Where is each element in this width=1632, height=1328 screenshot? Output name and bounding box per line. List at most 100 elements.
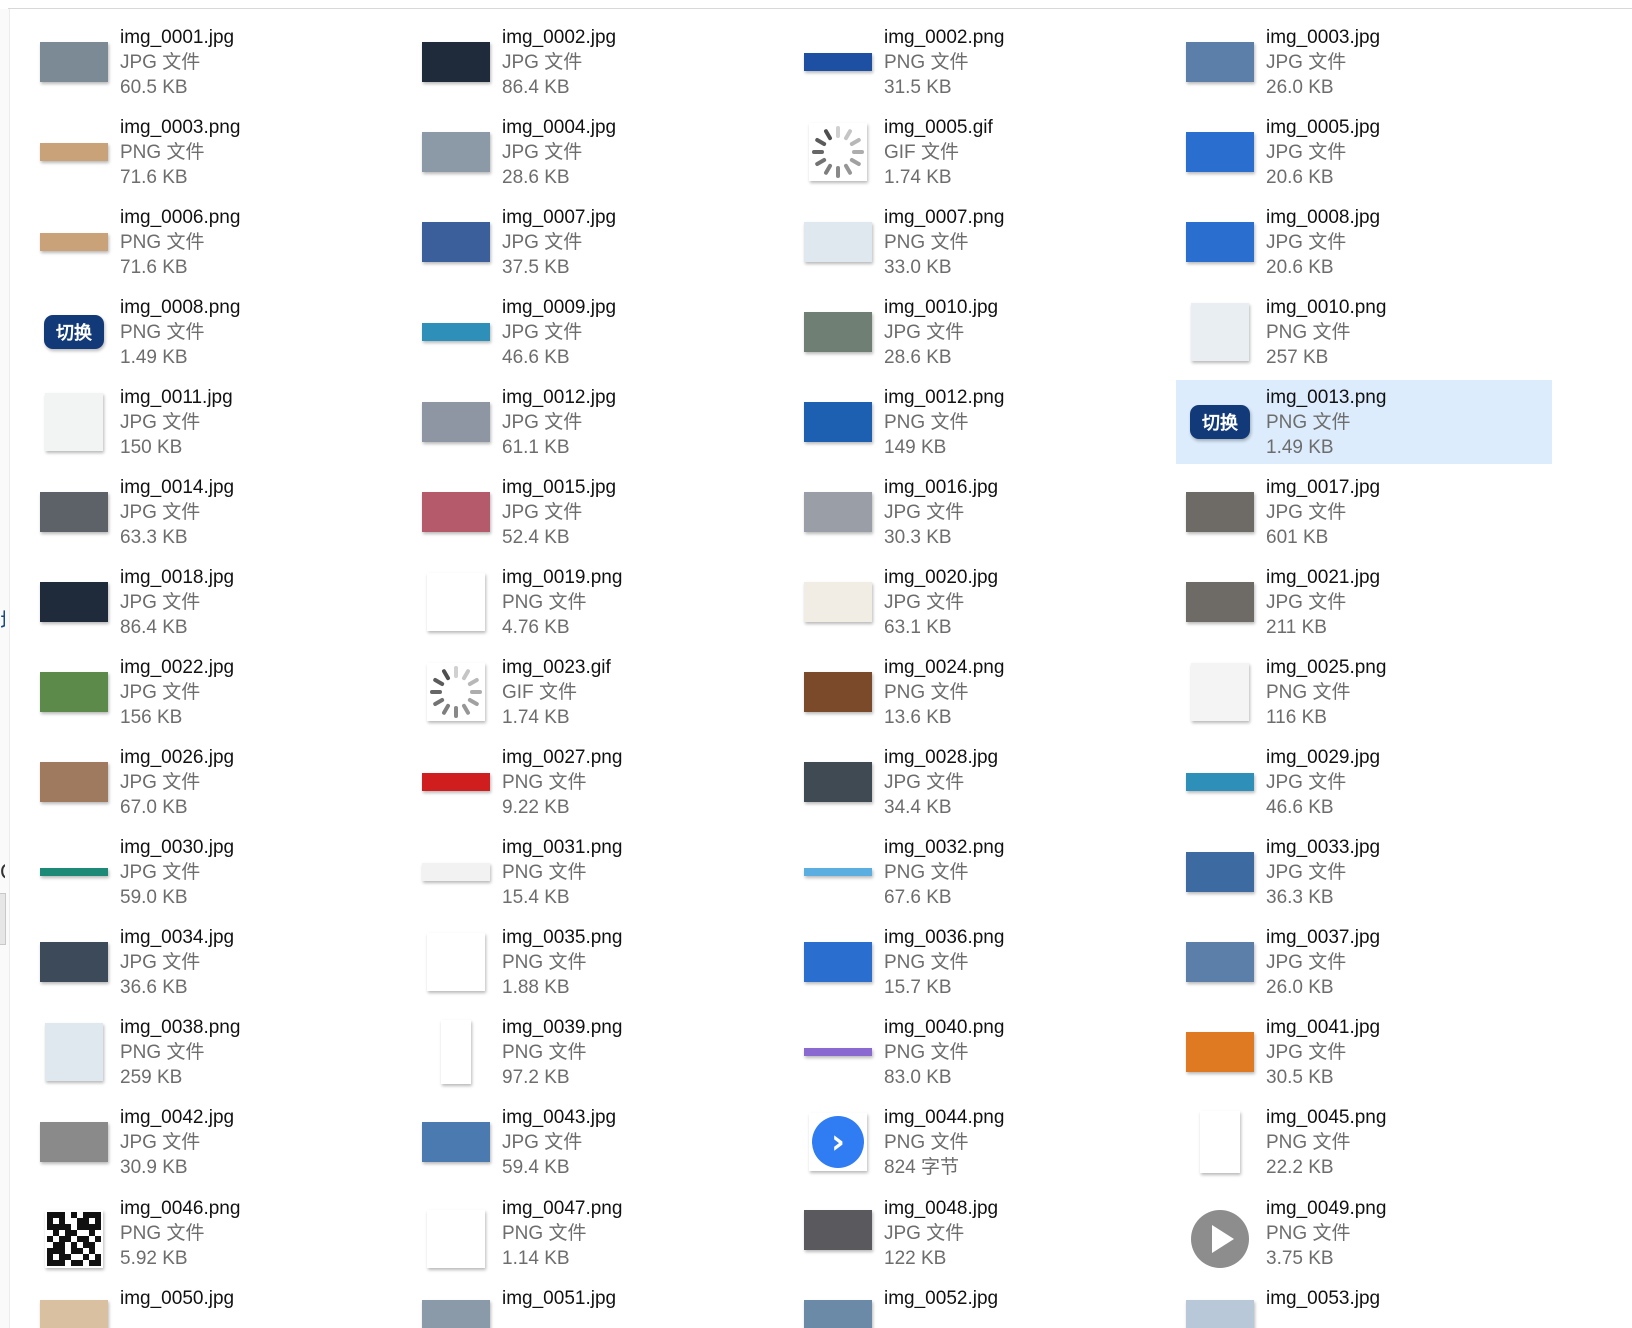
file-item[interactable]: img_0012.png PNG 文件 149 KB (794, 380, 1170, 464)
file-item[interactable]: img_0025.png PNG 文件 116 KB (1176, 650, 1552, 734)
file-item[interactable]: img_0037.jpg JPG 文件 26.0 KB (1176, 920, 1552, 1004)
file-item[interactable]: img_0036.png PNG 文件 15.7 KB (794, 920, 1170, 1004)
file-details: img_0022.jpg JPG 文件 156 KB (120, 655, 234, 730)
file-item[interactable]: img_0007.jpg JPG 文件 37.5 KB (412, 200, 788, 284)
file-size: 1.74 KB (502, 706, 570, 728)
file-item[interactable]: img_0009.jpg JPG 文件 46.6 KB (412, 290, 788, 374)
spinner-segment (823, 128, 833, 141)
file-type: PNG 文件 (502, 861, 587, 883)
file-item[interactable]: img_0003.png PNG 文件 71.6 KB (30, 110, 406, 194)
file-item[interactable]: img_0052.jpg (794, 1280, 1170, 1328)
file-item[interactable]: img_0040.png PNG 文件 83.0 KB (794, 1010, 1170, 1094)
file-item[interactable]: img_0014.jpg JPG 文件 63.3 KB (30, 470, 406, 554)
file-item[interactable]: img_0029.jpg JPG 文件 46.6 KB (1176, 740, 1552, 824)
file-details: img_0047.png PNG 文件 1.14 KB (502, 1196, 622, 1271)
file-thumbnail (418, 1300, 494, 1328)
file-item[interactable]: img_0020.jpg JPG 文件 63.1 KB (794, 560, 1170, 644)
file-item[interactable]: img_0004.jpg JPG 文件 28.6 KB (412, 110, 788, 194)
file-item[interactable]: 切换 img_0008.png PNG 文件 1.49 KB (30, 290, 406, 374)
file-thumbnail (1182, 114, 1258, 190)
file-item[interactable]: img_0038.png PNG 文件 259 KB (30, 1010, 406, 1094)
file-name: img_0036.png (884, 926, 1005, 948)
nav-pane-scrollbar-thumb[interactable] (0, 893, 6, 945)
file-type: JPG 文件 (502, 1131, 583, 1153)
file-item[interactable]: img_0021.jpg JPG 文件 211 KB (1176, 560, 1552, 644)
file-item[interactable]: img_0023.gif GIF 文件 1.74 KB (412, 650, 788, 734)
thumbnail-image (422, 1300, 490, 1328)
file-details: img_0007.png PNG 文件 33.0 KB (884, 205, 1004, 280)
file-details: img_0035.png PNG 文件 1.88 KB (502, 925, 622, 1000)
file-name: img_0051.jpg (502, 1288, 617, 1309)
file-name: img_0038.png (120, 1016, 241, 1038)
file-item[interactable]: img_0005.gif GIF 文件 1.74 KB (794, 110, 1170, 194)
file-item[interactable]: img_0051.jpg (412, 1280, 788, 1328)
file-details: img_0019.png PNG 文件 4.76 KB (502, 565, 622, 640)
file-item[interactable]: img_0011.jpg JPG 文件 150 KB (30, 380, 406, 464)
file-name: img_0034.jpg (120, 926, 235, 948)
file-item[interactable]: img_0010.png PNG 文件 257 KB (1176, 290, 1552, 374)
file-item[interactable]: img_0027.png PNG 文件 9.22 KB (412, 740, 788, 824)
file-item[interactable]: img_0015.jpg JPG 文件 52.4 KB (412, 470, 788, 554)
file-item[interactable]: img_0042.jpg JPG 文件 30.9 KB (30, 1100, 406, 1184)
file-item[interactable]: img_0046.png PNG 文件 5.92 KB (30, 1190, 406, 1274)
file-item[interactable]: img_0017.jpg JPG 文件 601 KB (1176, 470, 1552, 554)
file-item[interactable]: 切换 img_0013.png PNG 文件 1.49 KB (1176, 380, 1552, 464)
file-item[interactable]: img_0008.jpg JPG 文件 20.6 KB (1176, 200, 1552, 284)
thumbnail-image (40, 868, 108, 876)
file-item[interactable]: img_0022.jpg JPG 文件 156 KB (30, 650, 406, 734)
file-item[interactable]: img_0005.jpg JPG 文件 20.6 KB (1176, 110, 1552, 194)
thumbnail-image (422, 773, 490, 791)
file-item[interactable]: img_0012.jpg JPG 文件 61.1 KB (412, 380, 788, 464)
file-item[interactable]: img_0002.png PNG 文件 31.5 KB (794, 20, 1170, 104)
file-item[interactable]: img_0032.png PNG 文件 67.6 KB (794, 830, 1170, 914)
file-item[interactable]: img_0026.jpg JPG 文件 67.0 KB (30, 740, 406, 824)
file-size: 1.49 KB (120, 346, 188, 368)
thumbnail-image (40, 42, 108, 82)
file-item[interactable]: img_0047.png PNG 文件 1.14 KB (412, 1190, 788, 1274)
file-item[interactable]: img_0028.jpg JPG 文件 34.4 KB (794, 740, 1170, 824)
file-item[interactable]: img_0002.jpg JPG 文件 86.4 KB (412, 20, 788, 104)
file-size: 1.49 KB (1266, 436, 1334, 458)
file-item[interactable]: img_0033.jpg JPG 文件 36.3 KB (1176, 830, 1552, 914)
file-size: 61.1 KB (502, 436, 570, 458)
file-thumbnail (800, 834, 876, 910)
file-name: img_0006.png (120, 206, 241, 228)
file-item[interactable]: img_0019.png PNG 文件 4.76 KB (412, 560, 788, 644)
file-size: 26.0 KB (1266, 976, 1334, 998)
file-item[interactable]: img_0024.png PNG 文件 13.6 KB (794, 650, 1170, 734)
file-type: JPG 文件 (502, 141, 583, 163)
file-item[interactable]: img_0016.jpg JPG 文件 30.3 KB (794, 470, 1170, 554)
file-item[interactable]: img_0050.jpg (30, 1280, 406, 1328)
thumbnail-image (1186, 492, 1254, 532)
file-item[interactable]: img_0018.jpg JPG 文件 86.4 KB (30, 560, 406, 644)
file-item[interactable]: img_0031.png PNG 文件 15.4 KB (412, 830, 788, 914)
file-item[interactable]: img_0041.jpg JPG 文件 30.5 KB (1176, 1010, 1552, 1094)
file-item[interactable]: img_0035.png PNG 文件 1.88 KB (412, 920, 788, 1004)
file-size: 116 KB (1266, 706, 1327, 728)
file-item[interactable]: img_0006.png PNG 文件 71.6 KB (30, 200, 406, 284)
thumbnail-image (40, 143, 108, 161)
thumbnail-image (422, 1122, 490, 1162)
file-item[interactable]: img_0053.jpg (1176, 1280, 1552, 1328)
file-name: img_0008.jpg (1266, 206, 1381, 228)
file-thumbnail (36, 24, 112, 100)
file-name: img_0041.jpg (1266, 1016, 1381, 1038)
thumbnail-image (1191, 663, 1249, 721)
file-item[interactable]: img_0049.png PNG 文件 3.75 KB (1176, 1190, 1552, 1274)
file-item[interactable]: img_0043.jpg JPG 文件 59.4 KB (412, 1100, 788, 1184)
file-item[interactable]: img_0030.jpg JPG 文件 59.0 KB (30, 830, 406, 914)
file-item[interactable]: img_0034.jpg JPG 文件 36.6 KB (30, 920, 406, 1004)
file-size: 83.0 KB (884, 1066, 952, 1088)
file-item[interactable]: img_0045.png PNG 文件 22.2 KB (1176, 1100, 1552, 1184)
file-item[interactable]: img_0003.jpg JPG 文件 26.0 KB (1176, 20, 1552, 104)
file-thumbnail (1182, 744, 1258, 820)
file-item[interactable]: img_0048.jpg JPG 文件 122 KB (794, 1190, 1170, 1274)
file-item[interactable]: img_0001.jpg JPG 文件 60.5 KB (30, 20, 406, 104)
spinner-segment (461, 668, 471, 681)
file-item[interactable]: › img_0044.png PNG 文件 824 字节 (794, 1100, 1170, 1184)
navigation-pane-edge[interactable]: 城 C (0, 9, 10, 1328)
file-item[interactable]: img_0039.png PNG 文件 97.2 KB (412, 1010, 788, 1094)
file-item[interactable]: img_0010.jpg JPG 文件 28.6 KB (794, 290, 1170, 374)
file-item[interactable]: img_0007.png PNG 文件 33.0 KB (794, 200, 1170, 284)
file-thumbnail (800, 1210, 876, 1266)
